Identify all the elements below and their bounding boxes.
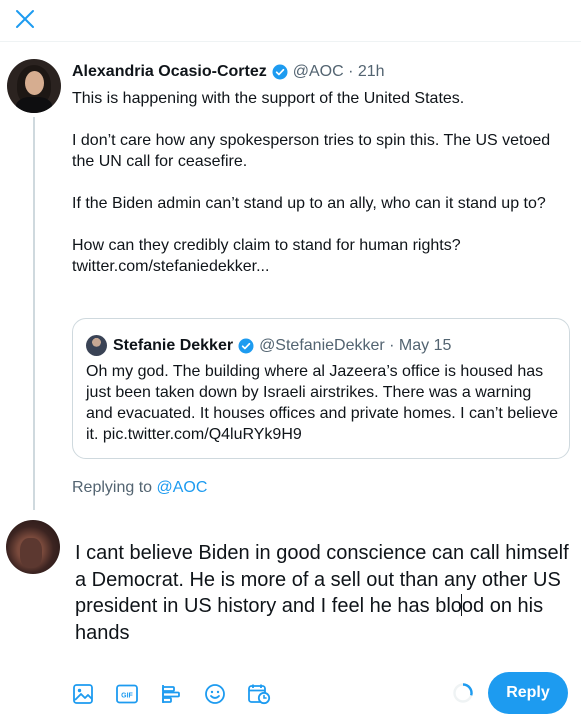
gif-label: GIF — [121, 693, 133, 700]
close-icon — [16, 10, 34, 28]
tweet-line: This is happening with the support of th… — [72, 90, 465, 107]
reply-button[interactable]: Reply — [488, 672, 568, 714]
quote-author-name: Stefanie Dekker — [113, 336, 234, 354]
reply-textarea[interactable]: I cant believe Biden in good conscience … — [75, 540, 569, 646]
quote-text: Oh my god. The building where al Jazeera… — [86, 363, 558, 443]
quote-avatar — [86, 335, 107, 356]
tweet-link[interactable]: twitter.com/stefaniedekker... — [72, 256, 568, 277]
add-emoji-button[interactable] — [200, 681, 230, 707]
modal-header — [0, 0, 581, 42]
add-gif-button[interactable]: GIF — [112, 681, 142, 707]
verified-badge-icon — [272, 64, 288, 80]
poll-icon — [162, 685, 180, 703]
emoji-icon — [205, 684, 225, 704]
quote-header: Stefanie Dekker @StefanieDekker · May 15 — [113, 335, 451, 356]
separator-dot: · — [343, 63, 358, 80]
character-count-ring-icon — [453, 683, 473, 703]
add-poll-button[interactable] — [156, 681, 186, 707]
tweet-time[interactable]: 21h — [358, 63, 385, 81]
separator-dot: · — [384, 336, 399, 354]
add-media-button[interactable] — [68, 681, 98, 707]
avatar[interactable] — [7, 59, 61, 113]
author-name[interactable]: Alexandria Ocasio-Cortez — [72, 63, 267, 81]
tweet-line: If the Biden admin can’t stand up to an … — [72, 195, 546, 212]
verified-badge-icon — [238, 338, 254, 353]
schedule-button[interactable] — [244, 681, 274, 707]
replying-prefix: Replying to — [72, 479, 157, 496]
replying-mention[interactable]: @AOC — [157, 479, 208, 496]
image-icon — [73, 684, 93, 704]
quote-date: May 15 — [398, 336, 452, 354]
author-handle[interactable]: @AOC — [293, 63, 344, 81]
compose-toolbar: GIF Reply — [63, 672, 581, 714]
quoted-tweet[interactable]: Stefanie Dekker @StefanieDekker · May 15… — [72, 318, 570, 459]
close-button[interactable] — [8, 2, 42, 36]
tweet-header: Alexandria Ocasio-Cortez @AOC · 21h — [72, 61, 385, 83]
gif-icon: GIF — [116, 684, 138, 704]
tweet-text: This is happening with the support of th… — [72, 88, 568, 277]
replying-to: Replying to @AOC — [72, 479, 207, 497]
schedule-icon — [248, 684, 271, 705]
user-avatar — [6, 520, 60, 574]
tweet-line: How can they credibly claim to stand for… — [72, 237, 461, 254]
thread-line — [33, 117, 35, 510]
tweet-line: I don’t care how any spokesperson tries … — [72, 132, 551, 170]
quote-author-handle: @StefanieDekker — [259, 336, 385, 354]
